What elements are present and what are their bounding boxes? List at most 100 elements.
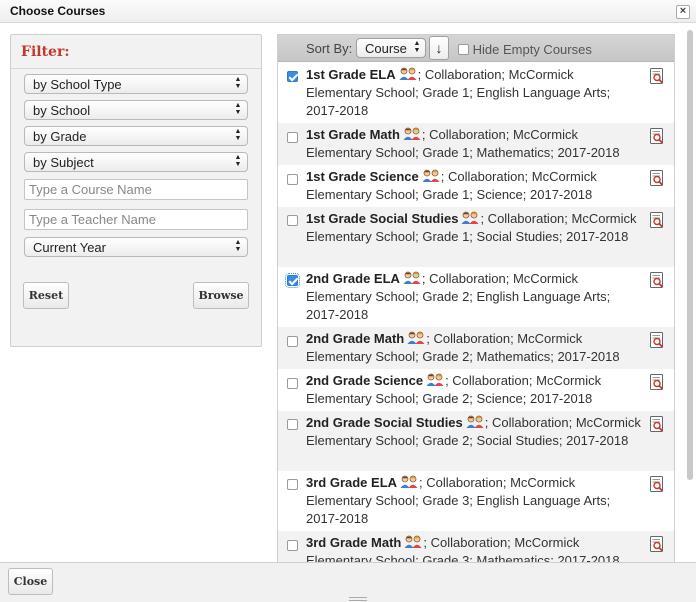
dialog-titlebar: Choose Courses × (0, 0, 696, 23)
course-checkbox[interactable] (287, 419, 298, 430)
course-description: 2nd Grade ELA; Collaboration; McCormick … (306, 270, 641, 324)
collaboration-people-icon (403, 127, 421, 140)
course-description: 1st Grade Social Studies; Collaboration;… (306, 210, 641, 246)
school-select-value: by School (33, 103, 91, 118)
document-search-icon[interactable] (650, 332, 664, 348)
course-checkbox[interactable] (287, 378, 298, 389)
course-name: 2nd Grade Math (306, 331, 405, 346)
document-search-icon[interactable] (650, 170, 664, 186)
hide-empty-toggle[interactable]: Hide Empty Courses (458, 42, 592, 57)
course-name: 3rd Grade Math (306, 535, 402, 550)
document-search-icon[interactable] (650, 68, 664, 84)
collaboration-people-icon (404, 535, 422, 548)
sort-direction-button[interactable]: ↓ (429, 36, 449, 60)
collaboration-people-icon (403, 271, 421, 284)
course-name: 1st Grade Social Studies (306, 211, 459, 226)
year-select[interactable]: Current Year ▲ ▼ (24, 237, 248, 257)
select-arrows-icon: ▲ ▼ (234, 76, 242, 90)
dialog-title: Choose Courses (10, 4, 106, 18)
course-name-input[interactable] (24, 179, 248, 200)
sort-select[interactable]: Course ▲ ▼ (356, 38, 426, 58)
sort-label: Sort By: (306, 41, 353, 56)
document-search-icon[interactable] (650, 476, 664, 492)
course-checkbox[interactable] (285, 273, 300, 288)
document-search-icon[interactable] (650, 212, 664, 228)
resize-grip-icon[interactable] (349, 597, 367, 601)
course-row[interactable]: 2nd Grade ELA; Collaboration; McCormick … (278, 267, 674, 327)
course-row[interactable]: 1st Grade ELA; Collaboration; McCormick … (278, 63, 674, 123)
document-search-icon[interactable] (650, 536, 664, 552)
collaboration-people-icon (461, 211, 479, 224)
select-arrows-icon: ▲ ▼ (234, 154, 242, 168)
reset-button[interactable]: Reset (23, 282, 69, 309)
document-search-icon[interactable] (650, 272, 664, 288)
course-checkbox[interactable] (287, 71, 298, 82)
course-name: 2nd Grade Science (306, 373, 424, 388)
course-name: 2nd Grade ELA (306, 271, 400, 286)
filter-panel: Filter: by School Type ▲ ▼ by School ▲ ▼ b… (10, 34, 262, 347)
select-arrows-icon: ▲ ▼ (234, 128, 242, 142)
close-icon[interactable]: × (676, 5, 690, 19)
course-description: 2nd Grade Social Studies; Collaboration;… (306, 414, 641, 450)
grade-select-value: by Grade (33, 129, 87, 144)
select-arrows-icon: ▲ ▼ (234, 239, 242, 253)
filter-divider (11, 68, 261, 69)
collaboration-people-icon (466, 415, 484, 428)
course-name: 3rd Grade ELA (306, 475, 398, 490)
document-search-icon[interactable] (650, 374, 664, 390)
teacher-name-input[interactable] (24, 209, 248, 230)
collaboration-people-icon (407, 331, 425, 344)
course-row[interactable]: 2nd Grade Math; Collaboration; McCormick… (278, 327, 674, 369)
collaboration-people-icon (400, 475, 418, 488)
course-checkbox[interactable] (287, 479, 298, 490)
course-name: 1st Grade ELA (306, 67, 396, 82)
hide-empty-label: Hide Empty Courses (472, 42, 592, 57)
course-description: 1st Grade Science; Collaboration; McCorm… (306, 168, 641, 204)
course-row[interactable]: 3rd Grade Math; Collaboration; McCormick… (278, 531, 674, 562)
sort-select-value: Course (365, 41, 407, 56)
school-select[interactable]: by School ▲ ▼ (24, 100, 248, 120)
course-row[interactable]: 2nd Grade Social Studies; Collaboration;… (278, 411, 674, 471)
grade-select[interactable]: by Grade ▲ ▼ (24, 126, 248, 146)
course-description: 1st Grade ELA; Collaboration; McCormick … (306, 66, 641, 120)
subject-select-value: by Subject (33, 155, 94, 170)
year-select-value: Current Year (33, 240, 106, 255)
course-row[interactable]: 1st Grade Math; Collaboration; McCormick… (278, 123, 674, 165)
course-name: 1st Grade Science (306, 169, 419, 184)
course-checkbox[interactable] (287, 336, 298, 347)
course-checkbox[interactable] (287, 215, 298, 226)
course-row[interactable]: 2nd Grade Science; Collaboration; McCorm… (278, 369, 674, 411)
course-checkbox[interactable] (287, 540, 298, 551)
filter-label: Filter: (21, 44, 70, 60)
sort-bar: Sort By: Course ▲ ▼ ↓ Hide Empty Courses (278, 35, 674, 62)
school-type-select-value: by School Type (33, 77, 122, 92)
hide-empty-checkbox[interactable] (458, 44, 469, 55)
collaboration-people-icon (426, 373, 444, 386)
course-row[interactable]: 1st Grade Science; Collaboration; McCorm… (278, 165, 674, 207)
select-arrows-icon: ▲ ▼ (413, 40, 421, 54)
course-checkbox[interactable] (287, 132, 298, 143)
collaboration-people-icon (422, 169, 440, 182)
collaboration-people-icon (399, 67, 417, 80)
course-panel: Sort By: Course ▲ ▼ ↓ Hide Empty Courses … (277, 34, 675, 562)
course-checkbox[interactable] (287, 174, 298, 185)
subject-select[interactable]: by Subject ▲ ▼ (24, 152, 248, 172)
school-type-select[interactable]: by School Type ▲ ▼ (24, 74, 248, 94)
course-description: 1st Grade Math; Collaboration; McCormick… (306, 126, 641, 162)
scrollbar-thumb[interactable] (687, 30, 693, 480)
close-button[interactable]: Close (8, 568, 53, 595)
browse-button[interactable]: Browse (193, 282, 249, 309)
course-description: 3rd Grade Math; Collaboration; McCormick… (306, 534, 641, 562)
course-list: 1st Grade ELA; Collaboration; McCormick … (278, 63, 674, 562)
course-description: 2nd Grade Math; Collaboration; McCormick… (306, 330, 641, 366)
course-row[interactable]: 3rd Grade ELA; Collaboration; McCormick … (278, 471, 674, 531)
course-description: 2nd Grade Science; Collaboration; McCorm… (306, 372, 641, 408)
course-row[interactable]: 1st Grade Social Studies; Collaboration;… (278, 207, 674, 267)
course-description: 3rd Grade ELA; Collaboration; McCormick … (306, 474, 641, 528)
scrollbar-track[interactable] (687, 30, 693, 480)
dialog-footer: Close (0, 562, 696, 602)
select-arrows-icon: ▲ ▼ (234, 102, 242, 116)
course-name: 1st Grade Math (306, 127, 400, 142)
document-search-icon[interactable] (650, 128, 664, 144)
document-search-icon[interactable] (650, 416, 664, 432)
